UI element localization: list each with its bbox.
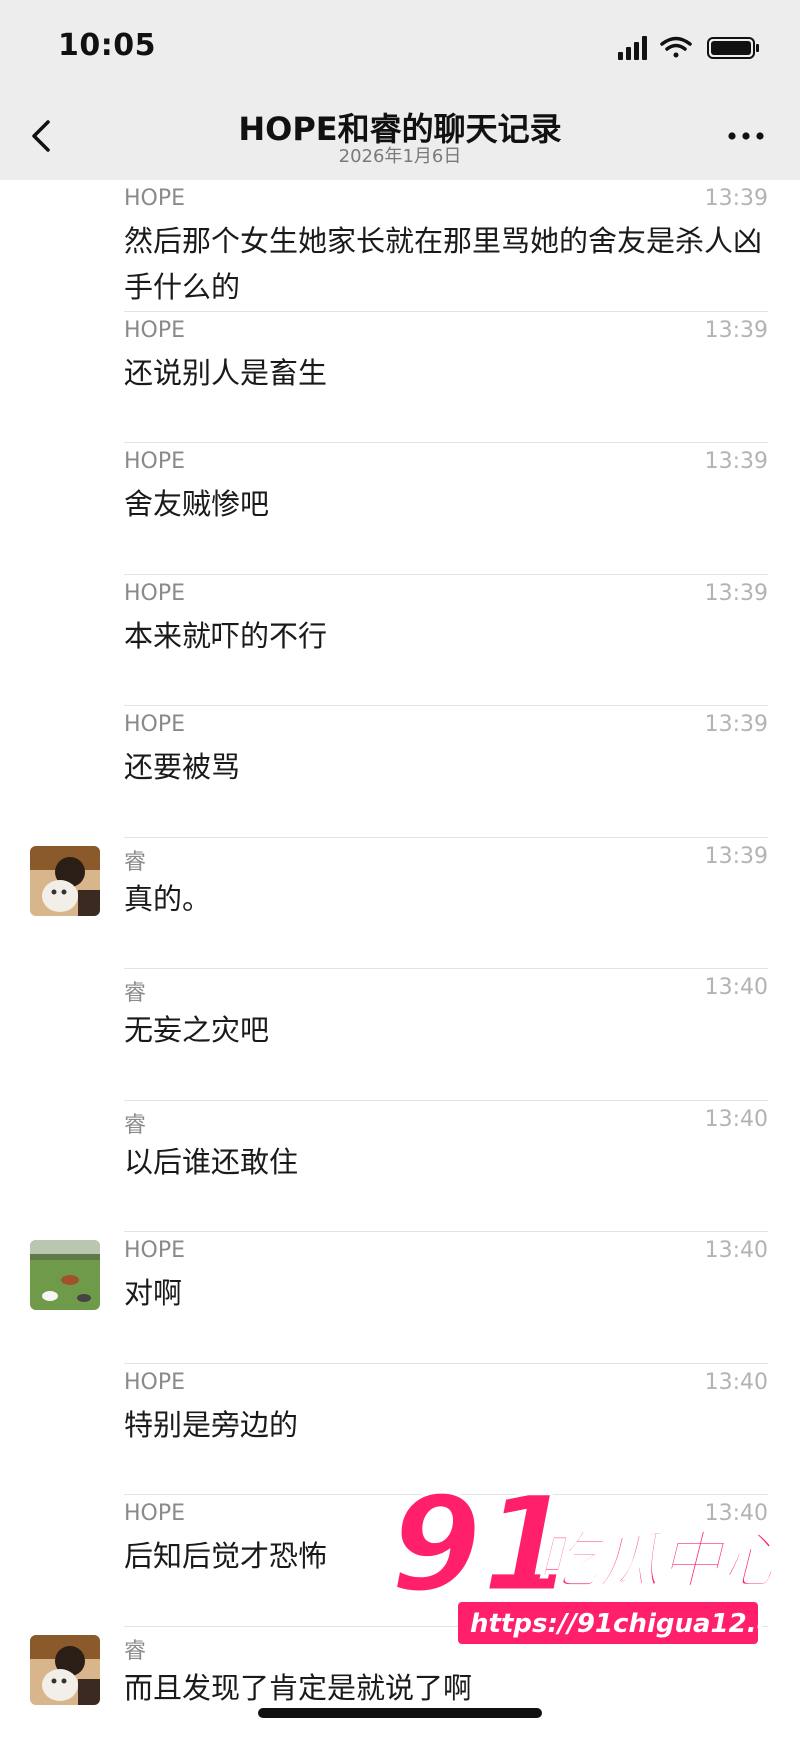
signal-icon [618,36,647,60]
message-row[interactable]: HOPE 13:39 本来就吓的不行 [0,575,800,707]
more-dots-icon [726,124,766,148]
message-sender: HOPE [124,186,185,211]
message-sender: 睿 [124,1107,146,1139]
message-time: 13:39 [705,581,768,606]
watermark-name: 吃瓜中心 [536,1524,776,1597]
message-text: 还要被骂 [124,744,764,790]
message-text: 真的。 [124,876,764,922]
battery-icon [708,38,759,58]
watermark-logo: 91 吃瓜中心 https://91chigua12.com [386,1470,776,1660]
message-sender: 睿 [124,1633,146,1665]
message-time: 13:39 [705,186,768,211]
nav-header: 10:05 HOPE和睿的聊天记录 2026年1月6日 [0,0,800,180]
message-time: 13:40 [705,1107,768,1132]
message-text: 本来就吓的不行 [124,613,764,659]
message-sender: HOPE [124,712,185,737]
avatar[interactable] [30,1240,100,1310]
message-time: 13:39 [705,318,768,343]
message-row[interactable]: HOPE 13:39 舍友贼惨吧 [0,443,800,575]
message-row[interactable]: 睿 13:40 无妄之灾吧 [0,969,800,1101]
message-time: 13:39 [705,712,768,737]
message-sender: HOPE [124,581,185,606]
message-sender: HOPE [124,1238,185,1263]
status-time: 10:05 [58,28,156,63]
message-text: 对啊 [124,1270,764,1316]
message-row[interactable]: HOPE 13:39 还要被骂 [0,706,800,838]
message-time: 13:39 [705,449,768,474]
avatar[interactable] [30,1635,100,1705]
status-icons [618,34,768,62]
page-subtitle-date: 2026年1月6日 [0,142,800,168]
avatar[interactable] [30,846,100,916]
message-time: 13:40 [705,1370,768,1395]
message-row[interactable]: 睿 13:40 以后谁还敢住 [0,1101,800,1233]
message-sender: HOPE [124,449,185,474]
message-row[interactable]: 睿 13:39 真的。 [0,838,800,970]
message-row[interactable]: HOPE 13:40 对啊 [0,1232,800,1364]
message-text: 还说别人是畜生 [124,350,764,396]
message-sender: HOPE [124,318,185,343]
message-text: 以后谁还敢住 [124,1139,764,1185]
message-time: 13:40 [705,1238,768,1263]
message-text: 然后那个女生她家长就在那里骂她的舍友是杀人凶手什么的 [124,218,764,310]
message-sender: 睿 [124,844,146,876]
message-text: 特别是旁边的 [124,1402,764,1448]
wifi-icon [662,39,690,58]
message-text: 无妄之灾吧 [124,1007,764,1053]
message-time: 13:39 [705,844,768,869]
message-text: 而且发现了肯定是就说了啊 [124,1665,764,1711]
home-indicator [258,1708,542,1718]
message-text: 舍友贼惨吧 [124,481,764,527]
message-sender: HOPE [124,1370,185,1395]
message-sender: 睿 [124,975,146,1007]
message-sender: HOPE [124,1501,185,1526]
more-button[interactable] [726,124,766,148]
message-time: 13:40 [705,975,768,1000]
watermark-url: https://91chigua12.com [470,1609,776,1639]
message-row[interactable]: HOPE 13:39 然后那个女生她家长就在那里骂她的舍友是杀人凶手什么的 [0,180,800,312]
message-row[interactable]: HOPE 13:39 还说别人是畜生 [0,312,800,444]
